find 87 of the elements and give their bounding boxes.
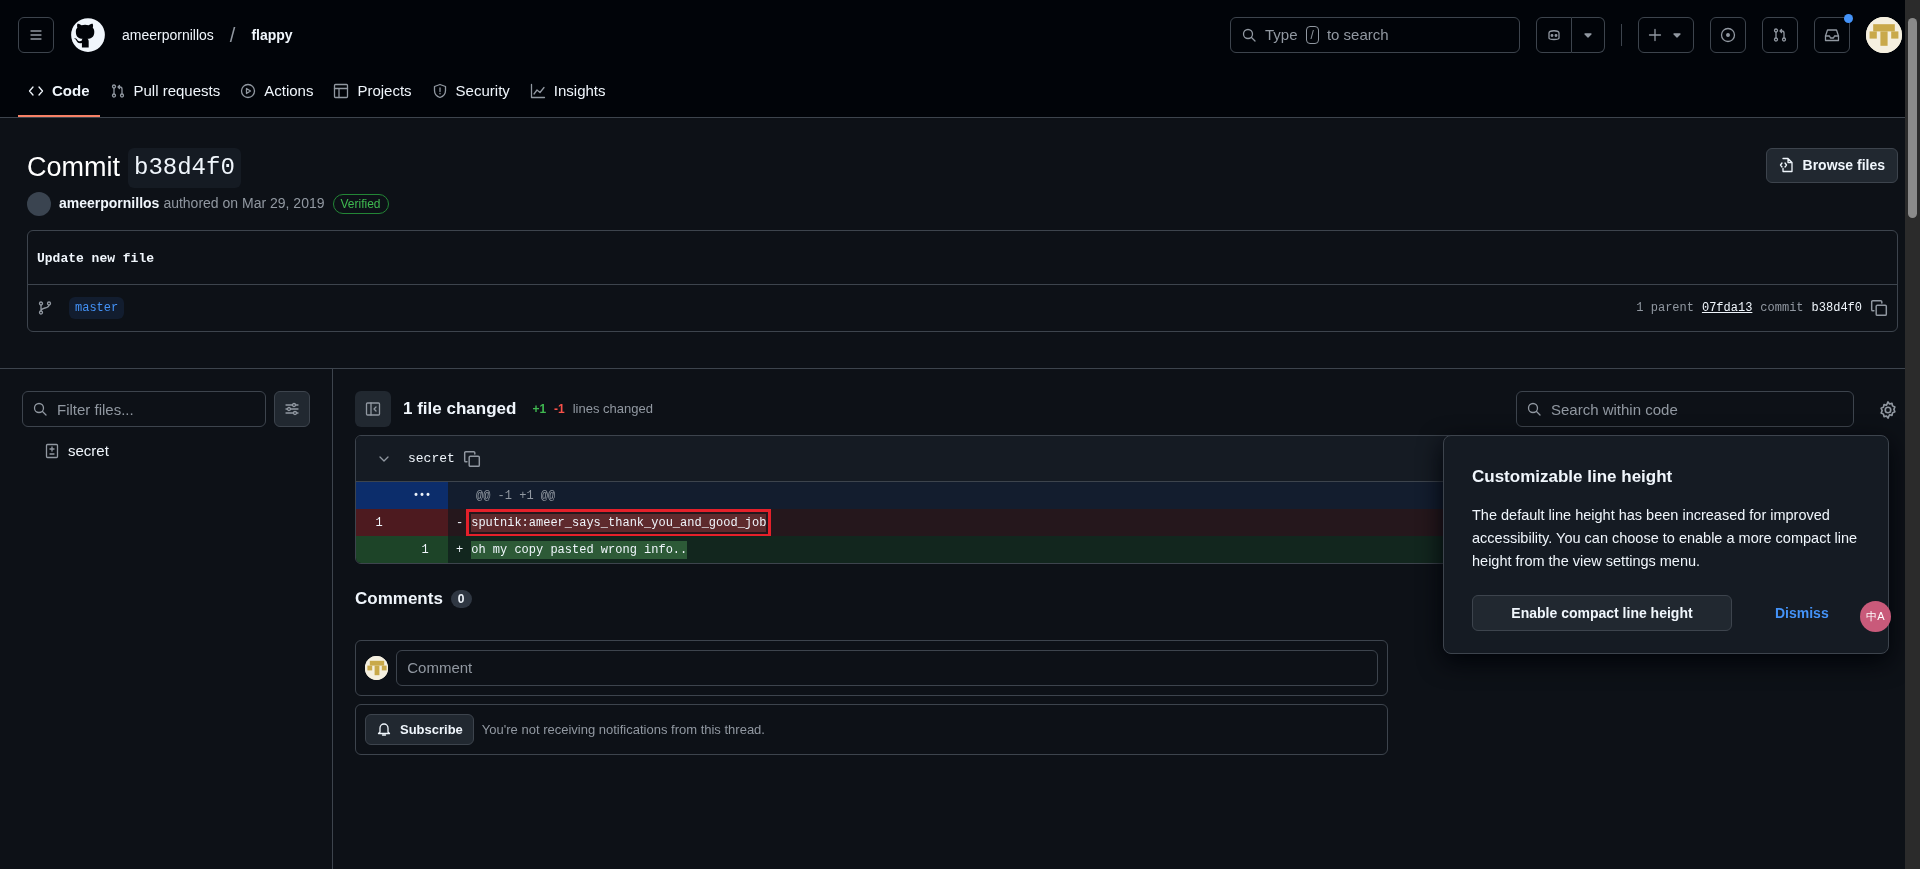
inbox-icon <box>1824 27 1840 43</box>
commit-title: Commit <box>27 151 120 184</box>
commit-sha: b38d4f0 <box>1811 300 1862 317</box>
expand-button[interactable]: ••• <box>413 488 431 503</box>
browse-files-button[interactable]: Browse files <box>1765 147 1898 183</box>
pull-requests-button[interactable] <box>1762 17 1798 53</box>
parent-count: 1 parent <box>1636 300 1694 317</box>
create-button[interactable] <box>1638 17 1694 53</box>
scrollbar-thumb[interactable] <box>1908 18 1917 218</box>
commit-message: Update new file <box>37 250 155 266</box>
line-number-cell: 1 <box>356 509 402 536</box>
lines-changed-label: lines changed <box>572 400 653 419</box>
additions-count: +1 <box>532 401 547 418</box>
parent-sha-link[interactable]: 07fda13 <box>1701 299 1753 317</box>
nav-tab[interactable]: Code <box>18 70 100 117</box>
filter-files-field[interactable]: Filter files... <box>22 391 266 427</box>
diff-marker: - <box>456 514 464 532</box>
subscription-note: You're not receiving notifications from this thread. <box>481 720 765 739</box>
author-link[interactable]: ameerpornillos <box>59 193 160 214</box>
play-icon <box>240 83 257 100</box>
circle-dot-icon <box>1720 27 1736 43</box>
robot-icon <box>1546 27 1562 43</box>
sidebar-icon <box>365 401 381 417</box>
file-diff-icon <box>44 443 60 460</box>
code-line: @@ -1 +1 @@ <box>476 487 556 505</box>
nav-tab[interactable]: Projects <box>323 70 422 117</box>
comment-count: 0 <box>450 589 472 608</box>
commit-label: commit <box>1760 300 1804 317</box>
branch-icon <box>37 300 53 316</box>
shield-icon <box>431 83 448 100</box>
bell-icon <box>376 721 392 738</box>
nav-tab[interactable]: Security <box>421 70 520 117</box>
pull-request-icon <box>109 83 126 100</box>
files-changed-summary: 1 file changed <box>403 398 517 421</box>
search-hint: to search <box>1326 24 1389 45</box>
nav-tab[interactable]: Pull requests <box>99 70 231 117</box>
authored-date: authored on Mar 29, 2019 <box>163 194 325 213</box>
popover-title: Customizable line height <box>1472 466 1674 488</box>
commit-sha: b38d4f0 <box>128 147 241 188</box>
diff-marker: + <box>456 541 464 559</box>
table-icon <box>333 83 350 100</box>
filter-settings-button[interactable] <box>274 391 310 427</box>
search-icon <box>32 401 48 417</box>
file-tree-item[interactable]: secret <box>22 427 310 463</box>
nav-tab[interactable]: Insights <box>519 70 616 117</box>
scrollbar[interactable] <box>1905 0 1920 869</box>
line-number-cell: 1 <box>402 536 448 563</box>
deletions-count: -1 <box>554 401 565 418</box>
octocat-logo[interactable] <box>70 17 106 53</box>
copilot-button[interactable] <box>1536 17 1572 53</box>
settings-icon <box>1878 399 1898 420</box>
toggle-sidebar-button[interactable] <box>355 391 391 427</box>
copy-icon <box>462 450 481 469</box>
issues-button[interactable] <box>1710 17 1746 53</box>
user-avatar <box>365 655 389 680</box>
user-avatar[interactable] <box>1866 17 1902 53</box>
comments-heading: Comments <box>355 588 443 610</box>
file-code-icon <box>1778 157 1795 173</box>
nav-tab[interactable]: Actions <box>230 70 324 117</box>
enable-compact-button[interactable]: Enable compact line height <box>1472 595 1732 632</box>
pull-request-icon <box>1772 27 1788 43</box>
vertical-divider <box>1621 24 1622 46</box>
search-icon <box>1241 27 1257 43</box>
menu-icon <box>28 27 44 43</box>
plus-icon <box>1647 27 1663 43</box>
breadcrumb-separator: / <box>229 23 236 48</box>
branch-label[interactable]: master <box>69 297 125 319</box>
inbox-button[interactable] <box>1814 17 1850 53</box>
line-number-cell <box>402 509 448 536</box>
sliders-icon <box>284 401 300 417</box>
copy-icon <box>1870 298 1888 317</box>
search-hint: Type <box>1265 24 1298 45</box>
menu-button[interactable] <box>18 17 54 53</box>
comment-field[interactable]: Comment <box>396 649 1378 686</box>
file-name: secret <box>408 449 455 468</box>
graph-icon <box>529 83 546 100</box>
line-number-cell <box>356 536 402 563</box>
repo-link[interactable]: flappy <box>251 24 293 46</box>
search-icon <box>1526 401 1542 417</box>
dismiss-link[interactable]: Dismiss <box>1775 602 1829 624</box>
author-avatar <box>27 191 51 216</box>
search-field[interactable]: Type / to search <box>1230 17 1520 53</box>
keyboard-key: / <box>1305 26 1319 44</box>
owner-link[interactable]: ameerpornillos <box>122 24 214 46</box>
search-code-field[interactable]: Search within code <box>1516 391 1854 427</box>
popover-text: The default line height has been increased for improved accessibility. You can choose to enable a more compact line height from the view settings menu. <box>1472 505 1858 571</box>
subscribe-button[interactable]: Subscribe <box>365 713 474 745</box>
